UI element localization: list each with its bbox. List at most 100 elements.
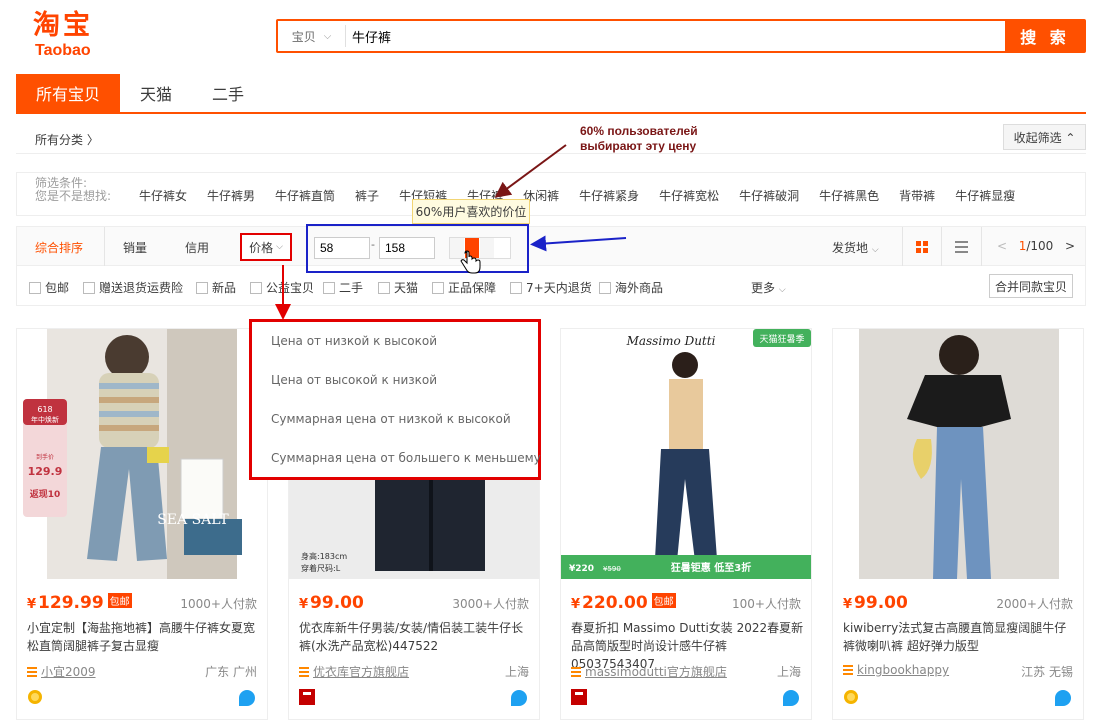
tmall-shop-icon — [299, 689, 315, 705]
category-bar: 所有分类 〉 收起筛选 ⌃ — [16, 122, 1086, 154]
filter-new[interactable]: 新品 — [196, 279, 236, 296]
product-location: 广东 广州 — [205, 665, 257, 679]
quick-filters: 包邮 赠送退货运费险 新品 公益宝贝 二手 天猫 正品保障 7+天内退货 海外商… — [16, 266, 1086, 306]
price-max-input[interactable] — [379, 237, 435, 259]
price-sort-dropdown: Цена от низкой к высокой Цена от высокой… — [249, 319, 541, 480]
suggestion-link[interactable]: 裤子 — [355, 187, 379, 204]
checkbox[interactable] — [29, 281, 41, 294]
product-price: ¥220.00 包邮 — [571, 593, 676, 613]
filter-label: 二手 — [339, 281, 364, 295]
checkbox[interactable] — [432, 281, 444, 294]
suggestion-link[interactable]: 牛仔裤显瘦 — [955, 187, 1015, 204]
filter-label: 天猫 — [394, 281, 419, 295]
suggestion-link[interactable]: 牛仔裤黑色 — [819, 187, 879, 204]
promo-618: 618 — [37, 405, 52, 414]
price-range-dash: - — [371, 238, 375, 251]
did-you-mean-label: 您是不是想找: — [35, 189, 112, 203]
filter-7day-return[interactable]: 7+天内退货 — [510, 279, 592, 296]
ship-from-label: 发货地 — [832, 241, 869, 255]
checkbox[interactable] — [250, 281, 262, 294]
product-card[interactable]: Massimo Dutti 天猫狂暑季 ¥220 ¥590 狂暑钜惠 低至3折 … — [560, 328, 812, 720]
checkbox[interactable] — [83, 281, 95, 294]
sort-divider — [104, 227, 105, 266]
chevron-down-icon: ⌵ — [871, 245, 879, 255]
suggestion-link[interactable]: 牛仔裤破洞 — [739, 187, 799, 204]
sort-price-desc[interactable]: Цена от высокой к низкой — [271, 373, 437, 387]
search-input[interactable] — [346, 21, 1005, 51]
suggestion-link[interactable]: 牛仔裤男 — [207, 187, 255, 204]
wangwang-chat-icon[interactable] — [1055, 690, 1071, 706]
chevron-down-icon: ⌵ — [323, 30, 332, 42]
suggestion-link[interactable]: 牛仔裤紧身 — [579, 187, 639, 204]
filter-secondhand[interactable]: 二手 — [323, 279, 363, 296]
filter-tmall[interactable]: 天猫 — [378, 279, 418, 296]
mini-pager: < 1/100 > — [997, 239, 1075, 253]
wangwang-chat-icon[interactable] — [783, 690, 799, 706]
price-value: 129.99 — [38, 593, 104, 613]
collapse-filters-button[interactable]: 收起筛选 ⌃ — [1003, 124, 1086, 150]
filter-return-insurance[interactable]: 赠送退货运费险 — [83, 279, 183, 296]
sort-price-button[interactable]: 价格 ⌵ — [240, 233, 292, 261]
tab-secondhand[interactable]: 二手 — [192, 74, 264, 112]
shop-link[interactable]: 优衣库官方旗舰店 — [299, 663, 409, 680]
search-scope-select[interactable]: 宝贝 ⌵ — [278, 25, 346, 47]
sort-total-price-asc[interactable]: Суммарная цена от низкой к высокой — [271, 412, 511, 426]
sort-total-price-desc[interactable]: Суммарная цена от большего к меньшему — [271, 451, 541, 465]
product-card[interactable]: ¥99.00 2000+人付款 kiwiberry法式复古高腰直筒显瘦阔腿牛仔裤… — [832, 328, 1084, 720]
promo-brand: SEA SALT — [157, 512, 229, 528]
checkbox[interactable] — [378, 281, 390, 294]
checkbox[interactable] — [510, 281, 522, 294]
ship-from-filter[interactable]: 发货地 ⌵ — [832, 239, 879, 256]
shop-link[interactable]: massimodutti官方旗舰店 — [571, 663, 727, 680]
product-title[interactable]: 优衣库新牛仔男装/女装/情侣装工装牛仔长裤(水洗产品宽松)447522 — [299, 619, 533, 655]
price-min-input[interactable] — [314, 237, 370, 259]
annotation-line-2: выбирают эту цену — [580, 139, 697, 153]
suggestion-link[interactable]: 牛仔裤女 — [139, 187, 187, 204]
sort-sales[interactable]: 销量 — [123, 239, 147, 256]
list-view-icon[interactable] — [942, 227, 982, 266]
filter-overseas[interactable]: 海外商品 — [599, 279, 663, 296]
suggestion-words: 牛仔裤女 牛仔裤男 牛仔裤直筒 裤子 牛仔短裤 牛仔裤 休闲裤 牛仔裤紧身 牛仔… — [139, 187, 1035, 204]
filter-genuine[interactable]: 正品保障 — [432, 279, 496, 296]
filter-charity[interactable]: 公益宝贝 — [250, 279, 314, 296]
product-title[interactable]: 小宜定制【海盐拖地裤】高腰牛仔裤女夏宽松直筒阔腿裤子复古显瘦 — [27, 619, 261, 655]
shop-icon — [299, 666, 309, 677]
product-card[interactable]: 618 年中焕新 到手价 129.9 返现10 SEA SALT ¥129.99… — [16, 328, 268, 720]
free-shipping-tag: 包邮 — [651, 593, 676, 608]
taobao-logo[interactable]: 淘宝 Taobao — [33, 10, 113, 62]
product-image[interactable]: Massimo Dutti 天猫狂暑季 ¥220 ¥590 狂暑钜惠 低至3折 — [561, 329, 811, 579]
price-value: 99.00 — [310, 593, 364, 613]
svg-text:¥220: ¥220 — [569, 564, 594, 574]
grid-view-icon[interactable] — [902, 227, 942, 266]
filter-label: 包邮 — [45, 281, 70, 295]
filter-free-shipping[interactable]: 包邮 — [29, 279, 69, 296]
all-categories-link[interactable]: 所有分类 〉 — [35, 131, 99, 148]
histogram-bar[interactable] — [480, 238, 495, 258]
merge-same-items-button[interactable]: 合并同款宝贝 — [989, 274, 1073, 298]
checkbox[interactable] — [599, 281, 611, 294]
wangwang-chat-icon[interactable] — [239, 690, 255, 706]
product-title[interactable]: kiwiberry法式复古高腰直筒显瘦阔腿牛仔裤微喇叭裤 超好弹力版型 — [843, 619, 1077, 655]
prev-page-icon[interactable]: < — [997, 239, 1007, 253]
shop-link[interactable]: 小宜2009 — [27, 663, 96, 680]
suggestion-link[interactable]: 牛仔裤宽松 — [659, 187, 719, 204]
product-image[interactable] — [833, 329, 1083, 579]
sort-credit[interactable]: 信用 — [185, 239, 209, 256]
checkbox[interactable] — [196, 281, 208, 294]
suggestion-link[interactable]: 牛仔裤直筒 — [275, 187, 335, 204]
tab-all-items[interactable]: 所有宝贝 — [16, 74, 120, 112]
shop-link[interactable]: kingbookhappy — [843, 663, 949, 677]
suggestion-link[interactable]: 背带裤 — [899, 187, 935, 204]
search-button[interactable]: 搜 索 — [1005, 21, 1085, 51]
histogram-bar[interactable] — [495, 238, 510, 258]
sort-price-asc[interactable]: Цена от низкой к высокой — [271, 334, 437, 348]
next-page-icon[interactable]: > — [1065, 239, 1075, 253]
product-image[interactable]: 618 年中焕新 到手价 129.9 返现10 SEA SALT — [17, 329, 267, 579]
checkbox[interactable] — [323, 281, 335, 294]
paid-count: 3000+人付款 — [452, 597, 529, 611]
sort-composite[interactable]: 综合排序 — [35, 239, 83, 256]
tab-tmall[interactable]: 天猫 — [120, 74, 192, 112]
filter-label: 公益宝贝 — [266, 281, 315, 295]
wangwang-chat-icon[interactable] — [511, 690, 527, 706]
more-filters-button[interactable]: 更多 ⌵ — [751, 279, 786, 296]
